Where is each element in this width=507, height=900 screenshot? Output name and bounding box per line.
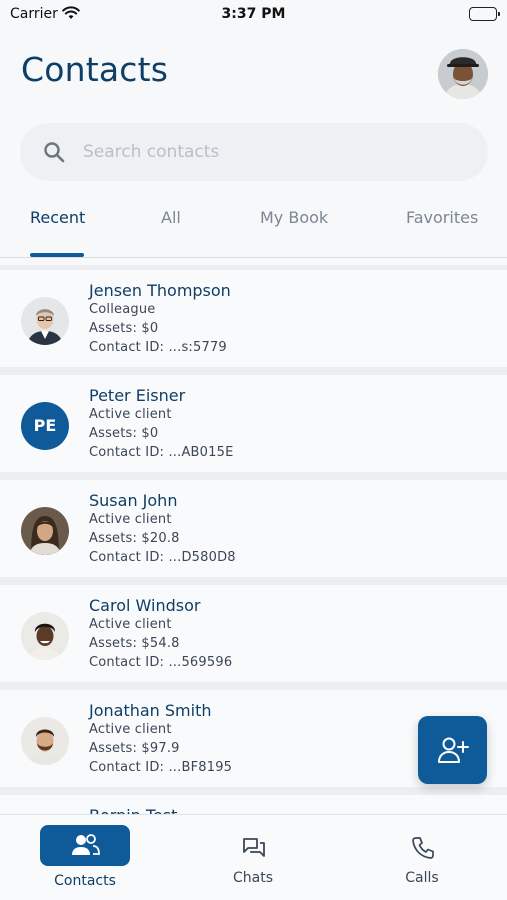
contact-name: Jensen Thompson — [89, 281, 231, 300]
tab-favorites[interactable]: Favorites — [406, 208, 478, 227]
page-title: Contacts — [21, 50, 169, 89]
contact-name: Jonathan Smith — [89, 701, 212, 720]
tab-recent[interactable]: Recent — [30, 208, 85, 227]
contact-type: Active client — [89, 722, 172, 737]
search-icon — [42, 140, 66, 168]
contact-id: Contact ID: ...AB015E — [89, 445, 234, 460]
contact-type: Colleague — [89, 302, 156, 317]
contact-name: Carol Windsor — [89, 596, 201, 615]
nav-label: Chats — [232, 870, 273, 886]
contact-row-susan-john[interactable]: Susan John Active client Assets: $20.8 C… — [0, 480, 507, 577]
battery-icon — [469, 7, 500, 21]
phone-icon — [412, 837, 434, 859]
bottom-nav: Contacts Chats Calls — [0, 814, 507, 900]
profile-avatar[interactable] — [438, 49, 488, 99]
contact-name: Susan John — [89, 491, 178, 510]
nav-chats[interactable]: Chats — [193, 815, 313, 900]
chats-icon — [243, 838, 265, 857]
search-bar[interactable] — [20, 123, 488, 181]
contact-id: Contact ID: ...569596 — [89, 655, 233, 670]
contact-assets: Assets: $54.8 — [89, 636, 180, 651]
status-bar: Carrier 3:37 PM — [0, 0, 507, 30]
contact-avatar — [21, 612, 69, 660]
contact-id: Contact ID: ...s:5779 — [89, 340, 227, 355]
contact-id: Contact ID: ...D580D8 — [89, 550, 236, 565]
contact-assets: Assets: $0 — [89, 426, 159, 441]
tab-bar: Recent All My Book Favorites — [0, 196, 507, 260]
contact-avatar-initials: PE — [21, 402, 69, 450]
contact-assets: Assets: $0 — [89, 321, 159, 336]
contact-assets: Assets: $97.9 — [89, 741, 180, 756]
contact-assets: Assets: $20.8 — [89, 531, 180, 546]
contact-avatar — [21, 507, 69, 555]
contact-row-jensen-thompson[interactable]: Jensen Thompson Colleague Assets: $0 Con… — [0, 270, 507, 367]
nav-active-pill — [40, 825, 130, 866]
add-contact-button[interactable] — [418, 716, 487, 784]
contact-avatar — [21, 717, 69, 765]
nav-label: Contacts — [54, 873, 116, 889]
contact-row-peter-eisner[interactable]: PE Peter Eisner Active client Assets: $0… — [0, 375, 507, 472]
contacts-icon — [72, 834, 100, 855]
nav-calls[interactable]: Calls — [362, 815, 482, 900]
nav-contacts[interactable]: Contacts — [25, 815, 145, 900]
contact-type: Active client — [89, 512, 172, 527]
search-input[interactable] — [83, 123, 473, 181]
add-contact-icon — [438, 737, 469, 763]
contact-row-carol-windsor[interactable]: Carol Windsor Active client Assets: $54.… — [0, 585, 507, 682]
contact-name: Peter Eisner — [89, 386, 186, 405]
contact-id: Contact ID: ...BF8195 — [89, 760, 233, 775]
tab-my-book[interactable]: My Book — [260, 208, 328, 227]
contact-avatar — [21, 297, 69, 345]
contact-type: Active client — [89, 617, 172, 632]
nav-label: Calls — [405, 870, 439, 886]
clock: 3:37 PM — [221, 6, 286, 22]
contact-row-bornin-test[interactable]: Bornin Test — [0, 795, 507, 815]
contact-type: Active client — [89, 407, 172, 422]
tab-all[interactable]: All — [161, 208, 181, 227]
tabs-divider — [0, 257, 507, 258]
